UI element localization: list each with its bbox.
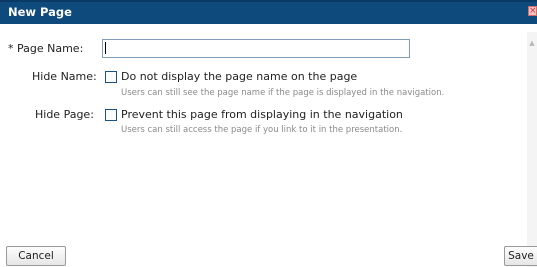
hide-page-label: Hide Page: <box>35 108 94 121</box>
save-button[interactable]: Save <box>504 246 537 266</box>
hide-page-hint: Users can still access the page if you l… <box>121 125 403 135</box>
vertical-scrollbar[interactable]: ▲ ▼ <box>527 32 537 267</box>
hide-name-hint: Users can still see the page name if the… <box>121 88 445 98</box>
dialog-title: New Page <box>8 5 72 19</box>
hide-name-label: Hide Name: <box>32 70 97 83</box>
close-icon[interactable]: × <box>528 6 537 16</box>
hide-name-checkbox[interactable] <box>105 71 117 83</box>
hide-name-option[interactable]: Do not display the page name on the page <box>121 70 357 83</box>
page-name-label: * Page Name: <box>8 42 84 55</box>
chevron-up-icon[interactable]: ▲ <box>527 38 537 48</box>
hide-page-option[interactable]: Prevent this page from displaying in the… <box>121 108 403 121</box>
text-caret <box>105 42 106 54</box>
hide-page-checkbox[interactable] <box>105 109 117 121</box>
dialog-titlebar: New Page <box>0 0 537 24</box>
cancel-button[interactable]: Cancel <box>6 246 66 266</box>
page-name-input[interactable] <box>102 39 410 58</box>
